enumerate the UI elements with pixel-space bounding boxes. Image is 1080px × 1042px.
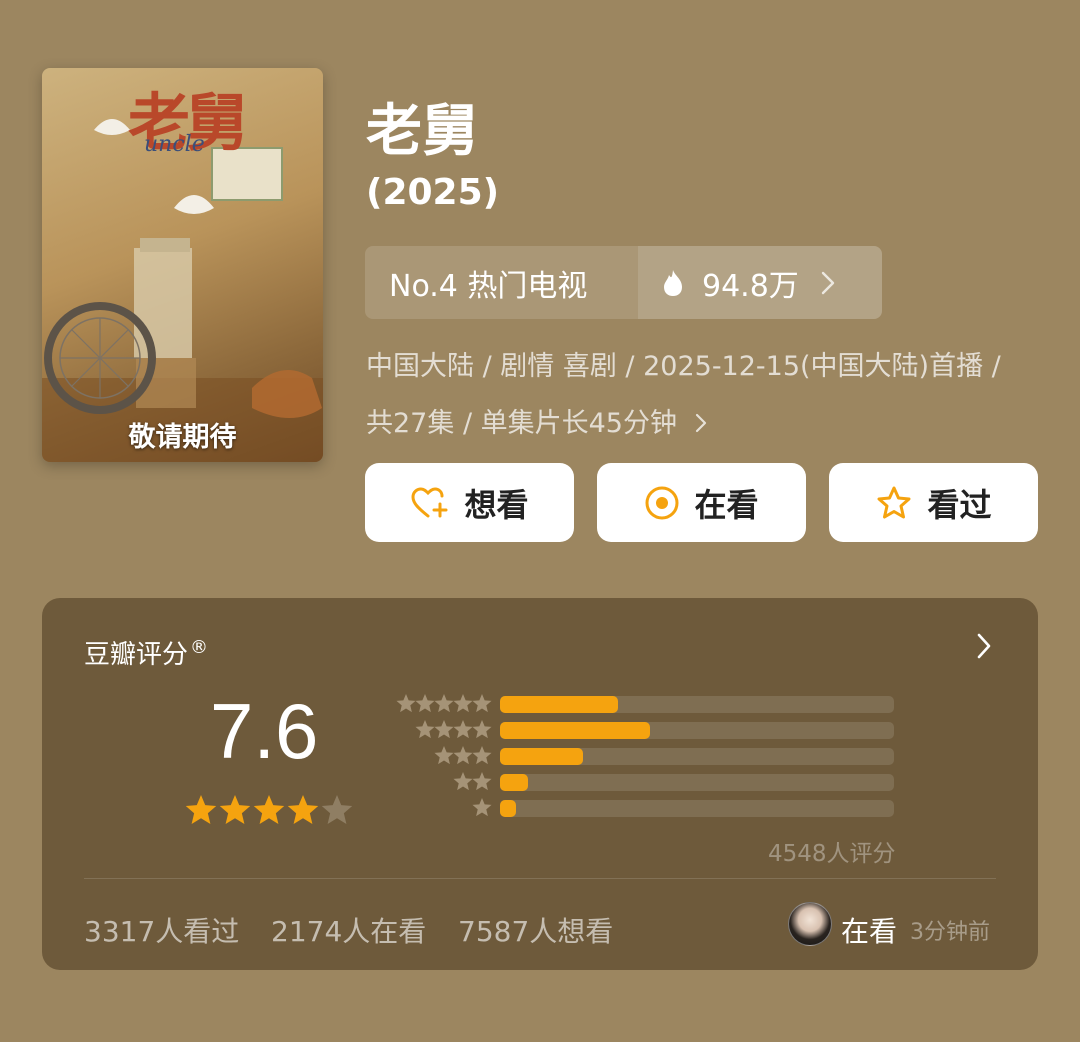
distribution-star bbox=[415, 694, 435, 713]
distribution-star bbox=[396, 694, 416, 713]
average-stars bbox=[185, 795, 353, 824]
want-to-watch-label: 想看 bbox=[464, 485, 529, 524]
distribution-star bbox=[415, 720, 435, 739]
chevron-right-icon[interactable] bbox=[976, 632, 992, 660]
distribution-star bbox=[453, 772, 473, 791]
rating-bar-fill bbox=[500, 774, 528, 791]
want-to-watch-button[interactable]: 想看 bbox=[365, 463, 574, 542]
rating-card[interactable]: 豆瓣评分 ® 7.6 4548人评分 3317人看过 2174人在看 7587人想… bbox=[42, 598, 1038, 970]
rating-bar-track bbox=[500, 800, 894, 817]
target-circle-icon bbox=[644, 485, 680, 521]
rating-title-text: 豆瓣评分 bbox=[84, 640, 189, 670]
heart-plus-icon bbox=[410, 486, 450, 520]
distribution-star bbox=[453, 694, 473, 713]
heat-value: 94.8万 bbox=[702, 268, 799, 304]
show-year: (2025) bbox=[366, 172, 500, 213]
distribution-star bbox=[472, 694, 492, 713]
distribution-star bbox=[472, 720, 492, 739]
rating-count: 4548人评分 bbox=[768, 841, 896, 867]
chevron-right-icon bbox=[695, 413, 706, 433]
rating-card-title: 豆瓣评分 ® bbox=[84, 634, 208, 671]
chevron-right-icon bbox=[821, 271, 834, 294]
meta-episodes-text: 共27集 / 单集片长45分钟 bbox=[366, 408, 677, 439]
rating-bar-fill bbox=[500, 722, 650, 739]
star-outline-icon bbox=[875, 485, 913, 521]
rating-bar-track bbox=[500, 696, 894, 713]
distribution-star bbox=[434, 694, 454, 713]
friend-status: 在看 bbox=[841, 915, 898, 948]
friend-time: 3分钟前 bbox=[910, 920, 990, 945]
distribution-star bbox=[434, 746, 454, 765]
rating-bar-track bbox=[500, 722, 894, 739]
rating-bar-fill bbox=[500, 800, 516, 817]
distribution-star bbox=[453, 746, 473, 765]
rating-bar-fill bbox=[500, 696, 619, 713]
registered-mark: ® bbox=[190, 637, 209, 659]
rating-bar-fill bbox=[500, 748, 583, 765]
watching-count[interactable]: 2174人在看 bbox=[271, 910, 426, 950]
meta-info[interactable]: 中国大陆 / 剧情 喜剧 / 2025-12-15(中国大陆)首播 / bbox=[366, 344, 1056, 383]
watched-button[interactable]: 看过 bbox=[829, 463, 1038, 542]
poster-image[interactable]: 老舅 uncle 敬请期待 bbox=[42, 68, 323, 462]
watching-button[interactable]: 在看 bbox=[597, 463, 806, 542]
watched-label: 看过 bbox=[927, 485, 992, 524]
rating-star bbox=[185, 795, 217, 824]
rating-bar-track bbox=[500, 748, 894, 765]
watching-label: 在看 bbox=[694, 485, 759, 524]
show-title: 老舅 bbox=[366, 99, 478, 164]
poster-caption: 敬请期待 bbox=[128, 422, 237, 453]
rating-score: 7.6 bbox=[210, 687, 319, 775]
rating-star bbox=[321, 795, 353, 824]
distribution-star bbox=[472, 746, 492, 765]
meta-info-episodes[interactable]: 共27集 / 单集片长45分钟 bbox=[366, 401, 1056, 440]
rating-bar-track bbox=[500, 774, 894, 791]
distribution-star bbox=[472, 772, 492, 791]
distribution-star bbox=[434, 720, 454, 739]
rating-star bbox=[287, 795, 319, 824]
flame-icon bbox=[664, 269, 682, 296]
rating-star bbox=[253, 795, 285, 824]
watched-count[interactable]: 3317人看过 bbox=[84, 910, 239, 950]
distribution-star bbox=[472, 798, 492, 817]
heat-section[interactable]: 94.8万 bbox=[638, 246, 882, 319]
avatar[interactable] bbox=[788, 902, 832, 946]
rating-star bbox=[219, 795, 251, 824]
poster-subtitle-art: uncle bbox=[144, 132, 205, 157]
want-count[interactable]: 7587人想看 bbox=[458, 910, 613, 950]
distribution-star bbox=[453, 720, 473, 739]
rank-label[interactable]: No.4 热门电视 bbox=[365, 246, 638, 319]
distribution-star-labels bbox=[396, 694, 492, 817]
divider bbox=[84, 878, 996, 879]
ranking-pill[interactable]: No.4 热门电视 94.8万 bbox=[365, 246, 882, 319]
